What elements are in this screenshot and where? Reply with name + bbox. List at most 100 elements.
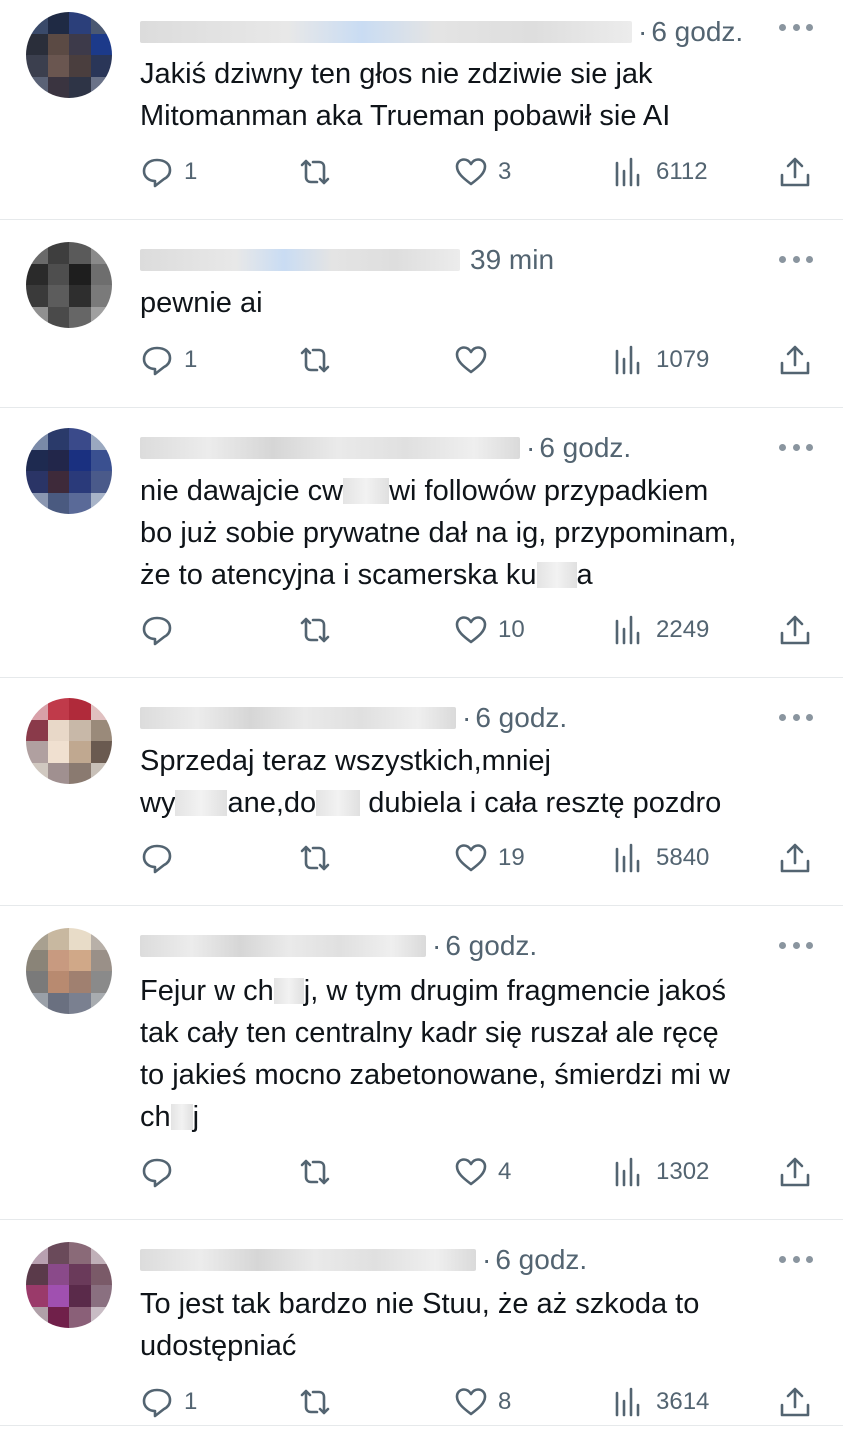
reply-header: · 6 godz. <box>140 430 631 466</box>
blurred-username[interactable] <box>140 1249 476 1271</box>
timestamp[interactable]: · 6 godz. <box>462 702 567 734</box>
action-bar: 1 3 6112 <box>0 152 843 192</box>
view-count: 2249 <box>656 616 710 643</box>
timestamp[interactable]: · 6 godz. <box>432 930 537 962</box>
views-chart-icon <box>615 1157 640 1187</box>
reply-text: Fejur w ch j, w tym drugim fragmencie jak… <box>140 975 730 1133</box>
share-button[interactable] <box>778 152 812 192</box>
avatar[interactable] <box>26 428 112 514</box>
reply-card[interactable]: · 6 godz. nie dawajcie cw wi followów przy… <box>0 408 843 678</box>
views-chart-icon <box>615 345 640 375</box>
retweet-icon <box>300 1389 330 1415</box>
timestamp[interactable]: 39 min <box>470 244 554 276</box>
share-upload-icon <box>780 843 810 873</box>
like-button[interactable]: 19 <box>454 838 525 878</box>
reply-bubble-icon <box>142 844 172 874</box>
replies-feed: · 6 godz. Jakiś dziwny ten głos nie zdziw… <box>0 0 843 1440</box>
retweet-button[interactable] <box>298 1152 332 1192</box>
retweet-icon <box>300 347 330 373</box>
more-dots-icon[interactable] <box>779 1254 813 1264</box>
avatar[interactable] <box>26 698 112 784</box>
avatar[interactable] <box>26 12 112 98</box>
reply-button[interactable]: 1 <box>140 152 197 192</box>
blurred-username[interactable] <box>140 437 520 459</box>
censor-blur <box>175 790 228 816</box>
reply-card[interactable]: · 6 godz. Jakiś dziwny ten głos nie zdziw… <box>0 0 843 220</box>
blurred-username[interactable] <box>140 935 426 957</box>
retweet-button[interactable] <box>298 1382 332 1422</box>
heart-icon <box>455 844 487 872</box>
like-count: 3 <box>498 158 512 185</box>
timestamp[interactable]: · 6 godz. <box>482 1244 587 1276</box>
like-count: 4 <box>498 1158 512 1185</box>
reply-button[interactable] <box>140 610 184 650</box>
action-bar: 1 1079 <box>0 340 843 380</box>
reply-card[interactable]: · 6 godz. To jest tak bardzo nie Stuu, że… <box>0 1220 843 1426</box>
share-button[interactable] <box>778 610 812 650</box>
avatar[interactable] <box>26 242 112 328</box>
action-bar: 19 5840 <box>0 838 843 878</box>
reply-text: nie dawajcie cw wi followów przypadkiem b… <box>140 475 737 591</box>
reply-bubble-icon <box>142 616 172 646</box>
reply-text: To jest tak bardzo nie Stuu, że aż szkod… <box>140 1288 700 1362</box>
avatar[interactable] <box>26 928 112 1014</box>
reply-header: · 6 godz. <box>140 1242 587 1278</box>
more-dots-icon[interactable] <box>779 940 813 950</box>
like-button[interactable]: 8 <box>454 1382 511 1422</box>
views-button[interactable]: 1302 <box>612 1152 709 1192</box>
more-dots-icon[interactable] <box>779 442 813 452</box>
retweet-icon <box>300 1159 330 1185</box>
share-upload-icon <box>780 615 810 645</box>
share-button[interactable] <box>778 340 812 380</box>
blurred-username[interactable] <box>140 21 632 43</box>
retweet-button[interactable] <box>298 340 332 380</box>
reply-text: Jakiś dziwny ten głos nie zdziwie sie ja… <box>140 58 671 132</box>
reply-button[interactable] <box>140 838 184 878</box>
views-button[interactable]: 1079 <box>612 340 709 380</box>
share-upload-icon <box>780 1387 810 1417</box>
view-count: 1302 <box>656 1158 710 1185</box>
reply-bubble-icon <box>142 1158 172 1188</box>
view-count: 5840 <box>656 844 710 871</box>
timestamp[interactable]: · 6 godz. <box>638 16 743 48</box>
reply-header: · 6 godz. <box>140 700 567 736</box>
share-button[interactable] <box>778 1382 812 1422</box>
reply-count: 1 <box>184 346 198 373</box>
like-button[interactable]: 10 <box>454 610 525 650</box>
reply-button[interactable]: 1 <box>140 340 197 380</box>
reply-button[interactable]: 1 <box>140 1382 197 1422</box>
blurred-username[interactable] <box>140 249 460 271</box>
action-bar: 1 8 3614 <box>0 1382 843 1422</box>
censor-blur <box>316 790 361 816</box>
reply-bubble-icon <box>142 158 172 188</box>
share-button[interactable] <box>778 838 812 878</box>
views-button[interactable]: 6112 <box>612 152 708 192</box>
retweet-button[interactable] <box>298 838 332 878</box>
like-button[interactable]: 3 <box>454 152 511 192</box>
reply-button[interactable] <box>140 1152 184 1192</box>
censor-blur <box>273 978 304 1004</box>
retweet-icon <box>300 617 330 643</box>
reply-card[interactable]: · 6 godz. Sprzedaj teraz wszystkich,mniej… <box>0 678 843 906</box>
share-button[interactable] <box>778 1152 812 1192</box>
views-button[interactable]: 5840 <box>612 838 709 878</box>
retweet-button[interactable] <box>298 610 332 650</box>
blurred-username[interactable] <box>140 707 456 729</box>
more-dots-icon[interactable] <box>779 22 813 32</box>
avatar[interactable] <box>26 1242 112 1328</box>
views-button[interactable]: 2249 <box>612 610 709 650</box>
reply-card[interactable]: 39 min pewnie ai 1 1079 <box>0 220 843 408</box>
like-button[interactable]: 4 <box>454 1152 511 1192</box>
reply-text: pewnie ai <box>140 287 263 319</box>
like-button[interactable] <box>454 340 498 380</box>
more-dots-icon[interactable] <box>779 254 813 264</box>
more-dots-icon[interactable] <box>779 712 813 722</box>
reply-card[interactable]: · 6 godz. Fejur w ch j, w tym drugim fragm… <box>0 906 843 1220</box>
views-chart-icon <box>615 1387 640 1417</box>
censor-blur <box>170 1104 193 1130</box>
views-button[interactable]: 3614 <box>612 1382 709 1422</box>
views-chart-icon <box>615 615 640 645</box>
timestamp[interactable]: · 6 godz. <box>526 432 631 464</box>
retweet-button[interactable] <box>298 152 332 192</box>
reply-header: · 6 godz. <box>140 14 743 50</box>
